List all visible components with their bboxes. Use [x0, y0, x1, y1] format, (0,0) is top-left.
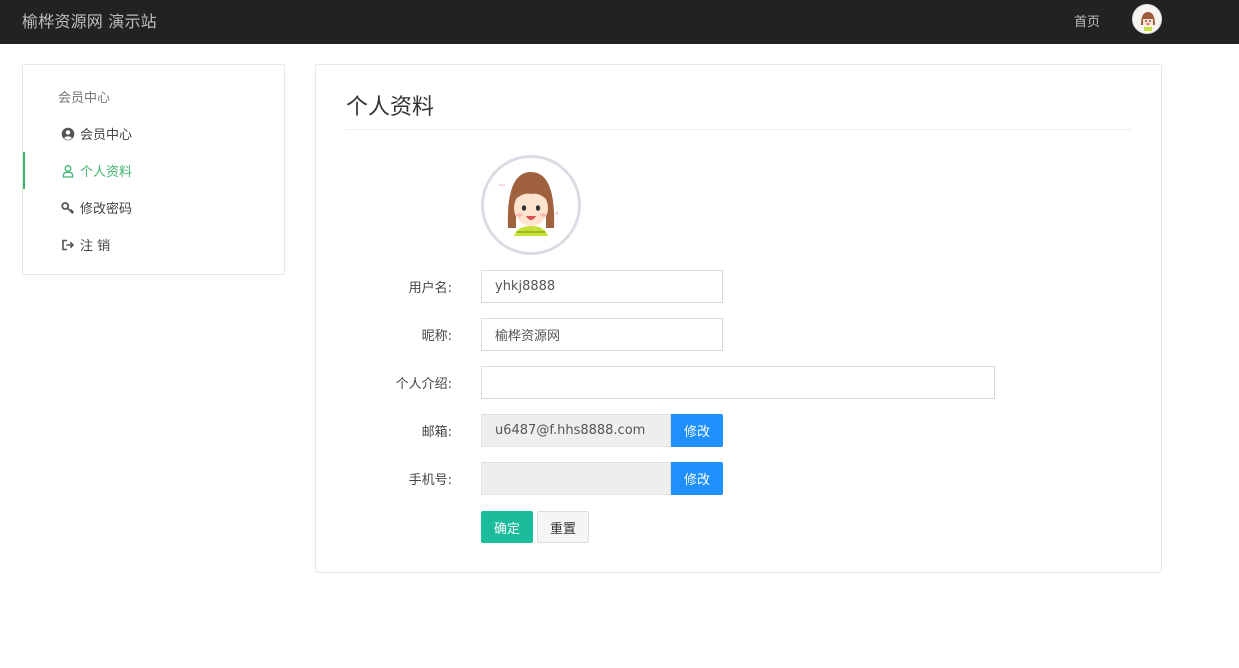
email-label: 邮箱:: [421, 425, 452, 440]
nickname-label: 昵称:: [421, 329, 452, 344]
user-circle-icon: [61, 127, 75, 141]
user-outline-icon: [61, 164, 75, 178]
nickname-input[interactable]: [481, 318, 723, 351]
submit-button[interactable]: 确定: [481, 511, 533, 543]
nav-home-link[interactable]: 首页: [1074, 11, 1100, 30]
girl-avatar-icon: ~ ∘: [484, 158, 578, 252]
sidebar-item-logout[interactable]: 注 销: [23, 226, 284, 263]
page-title: 个人资料: [346, 95, 435, 120]
username-label: 用户名:: [408, 281, 452, 296]
key-icon: [61, 201, 75, 215]
bio-label: 个人介绍:: [395, 377, 452, 392]
header-avatar[interactable]: [1132, 4, 1162, 34]
sidebar-item-label: 个人资料: [80, 165, 133, 180]
logout-icon: [61, 238, 75, 252]
phone-edit-button[interactable]: 修改: [671, 462, 723, 495]
sidebar-item-label: 注 销: [80, 239, 111, 254]
member-sidebar: 会员中心 会员中心 个人资料 修改密码 注 销: [22, 64, 285, 275]
svg-text:∘: ∘: [554, 209, 560, 219]
email-edit-button[interactable]: 修改: [671, 414, 723, 447]
sidebar-item-profile[interactable]: 个人资料: [23, 152, 284, 189]
phone-input: [481, 462, 671, 495]
svg-text:~: ~: [498, 181, 506, 191]
site-brand[interactable]: 榆桦资源网 演示站: [22, 8, 157, 32]
reset-button[interactable]: 重置: [537, 511, 589, 543]
sidebar-item-label: 会员中心: [80, 128, 133, 143]
title-divider: [346, 129, 1132, 130]
sidebar-item-change-password[interactable]: 修改密码: [23, 189, 284, 226]
sidebar-item-label: 修改密码: [80, 202, 133, 217]
bio-input[interactable]: [481, 366, 995, 399]
girl-avatar-icon: [1133, 5, 1161, 33]
top-navbar: 榆桦资源网 演示站 首页: [0, 0, 1239, 44]
profile-panel: 个人资料 ~ ∘ 用户名: 昵称:: [315, 64, 1162, 573]
profile-avatar[interactable]: ~ ∘: [481, 155, 581, 255]
username-input[interactable]: [481, 270, 723, 303]
sidebar-title: 会员中心: [58, 91, 111, 106]
sidebar-item-member-center[interactable]: 会员中心: [23, 115, 284, 152]
phone-label: 手机号:: [408, 473, 452, 488]
email-input: [481, 414, 671, 447]
